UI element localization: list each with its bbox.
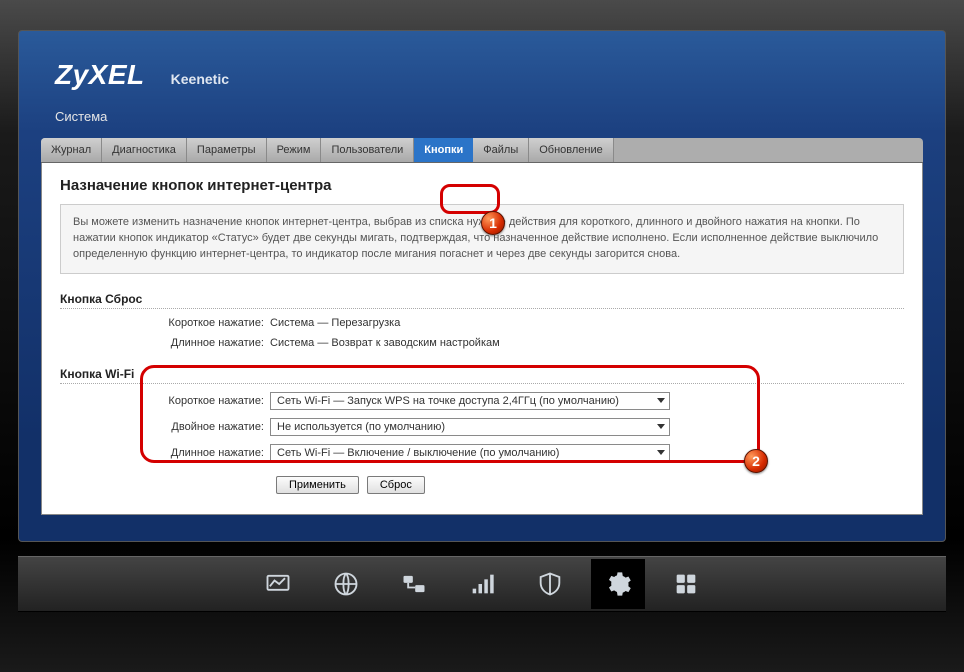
brand-logo: ZyXEL xyxy=(55,59,145,91)
tab-files[interactable]: Файлы xyxy=(473,138,529,162)
tab-mode[interactable]: Режим xyxy=(267,138,322,162)
wifi-double-value: Не используется (по умолчанию) xyxy=(277,421,445,433)
section-label: Система xyxy=(55,109,909,124)
tab-users[interactable]: Пользователи xyxy=(321,138,414,162)
page-title: Назначение кнопок интернет-центра xyxy=(60,177,904,194)
taskbar-network-icon[interactable] xyxy=(387,559,441,609)
tab-journal[interactable]: Журнал xyxy=(41,138,102,162)
wifi-short-label: Короткое нажатие: xyxy=(60,395,270,407)
wifi-long-value: Сеть Wi-Fi — Включение / выключение (по … xyxy=(277,447,559,459)
chevron-down-icon xyxy=(657,424,665,429)
reset-button-heading: Кнопка Сброс xyxy=(60,292,904,309)
chevron-down-icon xyxy=(657,398,665,403)
wifi-short-select[interactable]: Сеть Wi-Fi — Запуск WPS на точке доступа… xyxy=(270,392,670,410)
wifi-short-value: Сеть Wi-Fi — Запуск WPS на точке доступа… xyxy=(277,395,619,407)
bottom-taskbar xyxy=(18,556,946,612)
help-text: Вы можете изменить назначение кнопок инт… xyxy=(60,204,904,274)
tab-bar: Журнал Диагностика Параметры Режим Польз… xyxy=(41,138,923,163)
reset-short-label: Короткое нажатие: xyxy=(60,317,270,329)
reset-button[interactable]: Сброс xyxy=(367,476,425,494)
action-row: Применить Сброс xyxy=(60,476,904,494)
reset-long-value: Система — Возврат к заводским настройкам xyxy=(270,337,500,349)
taskbar-signal-icon[interactable] xyxy=(455,559,509,609)
tab-update[interactable]: Обновление xyxy=(529,138,614,162)
app-window: ZyXEL Keenetic Система Журнал Диагностик… xyxy=(18,30,946,542)
taskbar-gear-icon[interactable] xyxy=(591,559,645,609)
taskbar-globe-icon[interactable] xyxy=(319,559,373,609)
wifi-double-row: Двойное нажатие: Не используется (по умо… xyxy=(60,418,904,436)
wifi-double-select[interactable]: Не используется (по умолчанию) xyxy=(270,418,670,436)
wifi-long-label: Длинное нажатие: xyxy=(60,447,270,459)
reset-short-row: Короткое нажатие: Система — Перезагрузка xyxy=(60,317,904,329)
apply-button[interactable]: Применить xyxy=(276,476,359,494)
reset-long-row: Длинное нажатие: Система — Возврат к зав… xyxy=(60,337,904,349)
chevron-down-icon xyxy=(657,450,665,455)
tab-diagnostics[interactable]: Диагностика xyxy=(102,138,187,162)
taskbar-monitor-icon[interactable] xyxy=(251,559,305,609)
taskbar-shield-icon[interactable] xyxy=(523,559,577,609)
model-name: Keenetic xyxy=(171,71,229,87)
header: ZyXEL Keenetic Система xyxy=(19,31,945,130)
wifi-button-heading: Кнопка Wi-Fi xyxy=(60,367,904,384)
wifi-long-row: Длинное нажатие: Сеть Wi-Fi — Включение … xyxy=(60,444,904,462)
wifi-short-row: Короткое нажатие: Сеть Wi-Fi — Запуск WP… xyxy=(60,392,904,410)
tab-parameters[interactable]: Параметры xyxy=(187,138,267,162)
annotation-badge-1: 1 xyxy=(481,211,505,235)
reset-short-value: Система — Перезагрузка xyxy=(270,317,400,329)
taskbar-apps-icon[interactable] xyxy=(659,559,713,609)
tab-buttons[interactable]: Кнопки xyxy=(414,138,473,162)
wifi-double-label: Двойное нажатие: xyxy=(60,421,270,433)
reset-long-label: Длинное нажатие: xyxy=(60,337,270,349)
wifi-long-select[interactable]: Сеть Wi-Fi — Включение / выключение (по … xyxy=(270,444,670,462)
annotation-badge-2: 2 xyxy=(744,449,768,473)
